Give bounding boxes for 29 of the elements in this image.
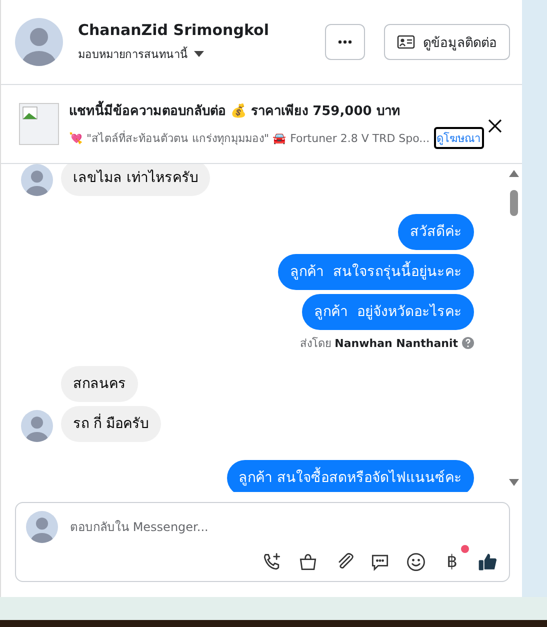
smiley-icon[interactable] — [405, 551, 427, 573]
message-bubble: ลูกค้า สนใจซื้อสดหรือจัดไฟแนนซ์คะ — [226, 460, 474, 492]
help-icon — [462, 337, 474, 349]
scroll-up-icon[interactable] — [509, 170, 519, 177]
message-bubble: ลูกค้า อยู่จังหวัดอะไรคะ — [302, 294, 474, 330]
message-bubble: สกลนคร — [61, 366, 138, 402]
contact-name: ChananZid Srimongkol — [78, 21, 270, 39]
ad-subtitle: 💘 "สไตล์ที่สะท้อนตัวตน แกร่งทุกมุมมอง" 🚘 Fortuner 2.8 V TRD Spo... — [69, 130, 430, 146]
page-avatar — [26, 511, 58, 543]
sent-by-text: ส่งโดย Nanwhan Nanthanit — [300, 336, 458, 352]
message-bubble: ลูกค้า สนใจรถรุ่นนี้อยู่นะคะ — [278, 254, 474, 290]
shopping-bag-icon[interactable] — [297, 551, 319, 573]
contact-card-icon — [397, 35, 415, 49]
caret-icon — [194, 51, 204, 57]
message-bubble: รถ กี่ มือครับ — [61, 406, 161, 442]
ad-title: แชทนี้มีข้อความตอบกลับต่อ 💰 ราคาเพียง 759,000 บาท — [69, 100, 504, 120]
more-icon — [338, 40, 352, 44]
assign-dropdown[interactable]: มอบหมายการสนทนานี้ — [78, 45, 204, 63]
close-icon[interactable] — [488, 119, 502, 133]
message-bubble: เลขไมล เท่าไหรครับ — [61, 164, 210, 196]
payment-button[interactable]: ฿ — [441, 551, 463, 573]
scrollbar-thumb[interactable] — [510, 190, 518, 216]
view-ad-link[interactable]: ดูโฆษณา — [434, 126, 484, 148]
avatar — [15, 18, 63, 66]
scroll-down-icon[interactable] — [509, 479, 519, 486]
broken-image-icon — [19, 103, 59, 145]
like-icon[interactable] — [477, 551, 499, 573]
message-bubble: สวัสดีค่ะ — [398, 214, 474, 250]
contact-info-button[interactable]: ดูข้อมูลติดต่อ — [384, 24, 510, 60]
